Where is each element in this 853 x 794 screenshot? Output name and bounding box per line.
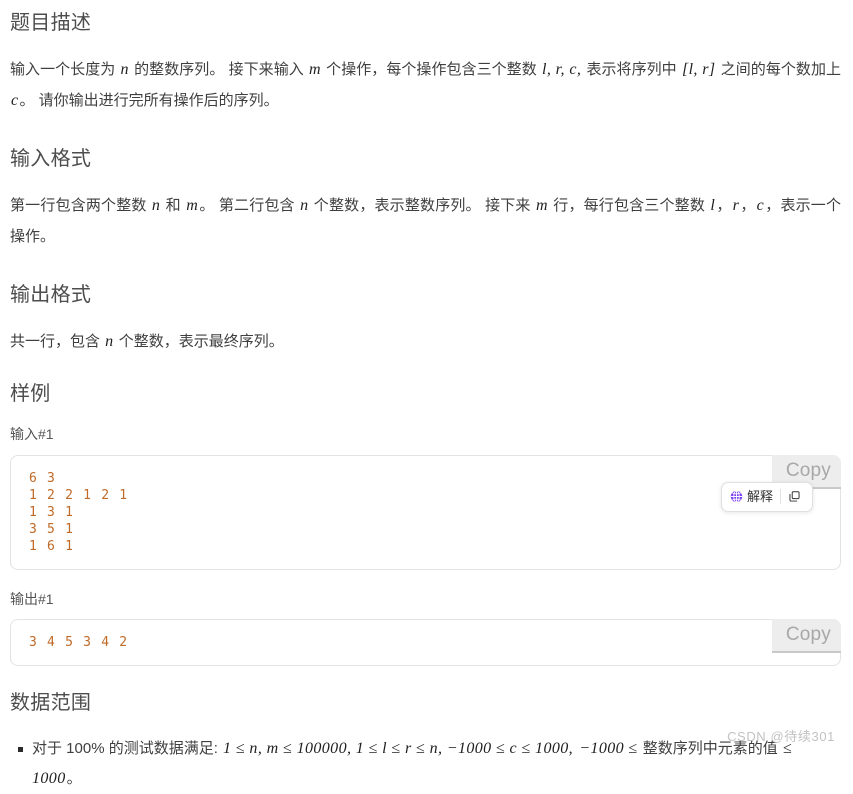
inf-math-c: c: [756, 197, 765, 214]
sample-output-block-wrapper: 3 4 5 3 4 2 Copy: [10, 619, 841, 667]
heading-data-range: 数据范围: [10, 692, 92, 715]
inf-math-m1: m: [186, 197, 199, 214]
explain-toolbar-input[interactable]: 解释: [720, 481, 813, 512]
sample-input-block-wrapper: 6 3 1 2 2 1 2 1 1 3 1 3 5 1 1 6 1 Copy 解…: [10, 454, 841, 570]
outf-math-n: n: [105, 333, 114, 350]
heading-output-format: 输出格式: [10, 284, 92, 306]
inf-math-r: r: [732, 197, 740, 214]
inf-text-c: 。 第二行包含: [199, 197, 300, 214]
heading-description: 题目描述: [10, 12, 92, 34]
sample-input-label: 输入#1: [10, 426, 54, 442]
sample-output-code-block: 3 4 5 3 4 2: [10, 619, 841, 667]
data-range-list: 对于 100% 的测试数据满足: 1 ≤ n, m ≤ 100000, 1 ≤ …: [10, 734, 841, 794]
inf-text-a: 第一行包含两个整数: [10, 197, 151, 214]
inf-math-n2: n: [300, 197, 309, 214]
outf-text-a: 共一行，包含: [10, 333, 105, 350]
desc-text-a: 输入一个长度为: [10, 61, 120, 78]
description-paragraph: 输入一个长度为 n 的整数序列。 接下来输入 m 个操作，每个操作包含三个整数 …: [10, 54, 841, 116]
inf-text-f: ，: [716, 197, 732, 214]
copy-icon[interactable]: [781, 490, 808, 503]
sample-output-label: 输出#1: [10, 590, 54, 607]
input-format-paragraph: 第一行包含两个整数 n 和 m。 第二行包含 n 个整数，表示整数序列。 接下来…: [10, 190, 841, 252]
csdn-watermark: CSDN @待续301: [727, 729, 835, 744]
problem-page: 题目描述 输入一个长度为 n 的整数序列。 接下来输入 m 个操作，每个操作包含…: [0, 0, 853, 794]
list-item: 对于 100% 的测试数据满足: 1 ≤ n, m ≤ 100000, 1 ≤ …: [18, 734, 841, 794]
range-math-2: −1000 ≤: [579, 740, 638, 758]
desc-text-d: 表示将序列中: [582, 61, 681, 78]
inf-math-n1: n: [151, 197, 161, 214]
outf-text-b: 个整数，表示最终序列。: [114, 333, 284, 350]
desc-math-n: n: [120, 61, 129, 78]
explain-label: 解释: [746, 489, 773, 505]
desc-math-interval: [l, r]: [681, 61, 716, 78]
desc-text-e: 之间的每个数加上: [716, 61, 842, 78]
heading-sample: 样例: [10, 383, 51, 405]
desc-text-c: 个操作，每个操作包含三个整数: [321, 61, 541, 78]
desc-math-lrc: l, r, c,: [541, 61, 582, 78]
desc-text-b: 的整数序列。 接下来输入: [129, 61, 308, 78]
output-format-paragraph: 共一行，包含 n 个整数，表示最终序列。: [10, 326, 841, 357]
inf-text-b: 和: [161, 197, 186, 214]
desc-text-f: 。 请你输出进行完所有操作后的序列。: [19, 92, 279, 109]
heading-input-format: 输入格式: [10, 148, 92, 170]
copy-button-output[interactable]: Copy: [771, 619, 841, 654]
desc-math-c: c: [11, 92, 19, 109]
inf-text-g: ，: [740, 197, 756, 214]
sample-output-code: 3 4 5 3 4 2: [29, 635, 129, 651]
range-text-d: 。: [66, 770, 82, 788]
range-text-a: 对于 100% 的测试数据满足:: [32, 740, 223, 758]
sample-input-code: 6 3 1 2 2 1 2 1 1 3 1 3 5 1 1 6 1: [29, 470, 129, 554]
inf-text-d: 个整数，表示整数序列。 接下来: [309, 197, 535, 214]
inf-text-e: 行，每行包含三个整数: [548, 197, 710, 214]
sample-input-code-block: 6 3 1 2 2 1 2 1 1 3 1 3 5 1 1 6 1: [10, 454, 841, 570]
desc-math-m: m: [309, 61, 321, 78]
inf-math-m2: m: [535, 197, 548, 214]
range-math-1: 1 ≤ n, m ≤ 100000, 1 ≤ l ≤ r ≤ n, −1000 …: [223, 740, 574, 758]
brain-icon: [730, 490, 743, 503]
